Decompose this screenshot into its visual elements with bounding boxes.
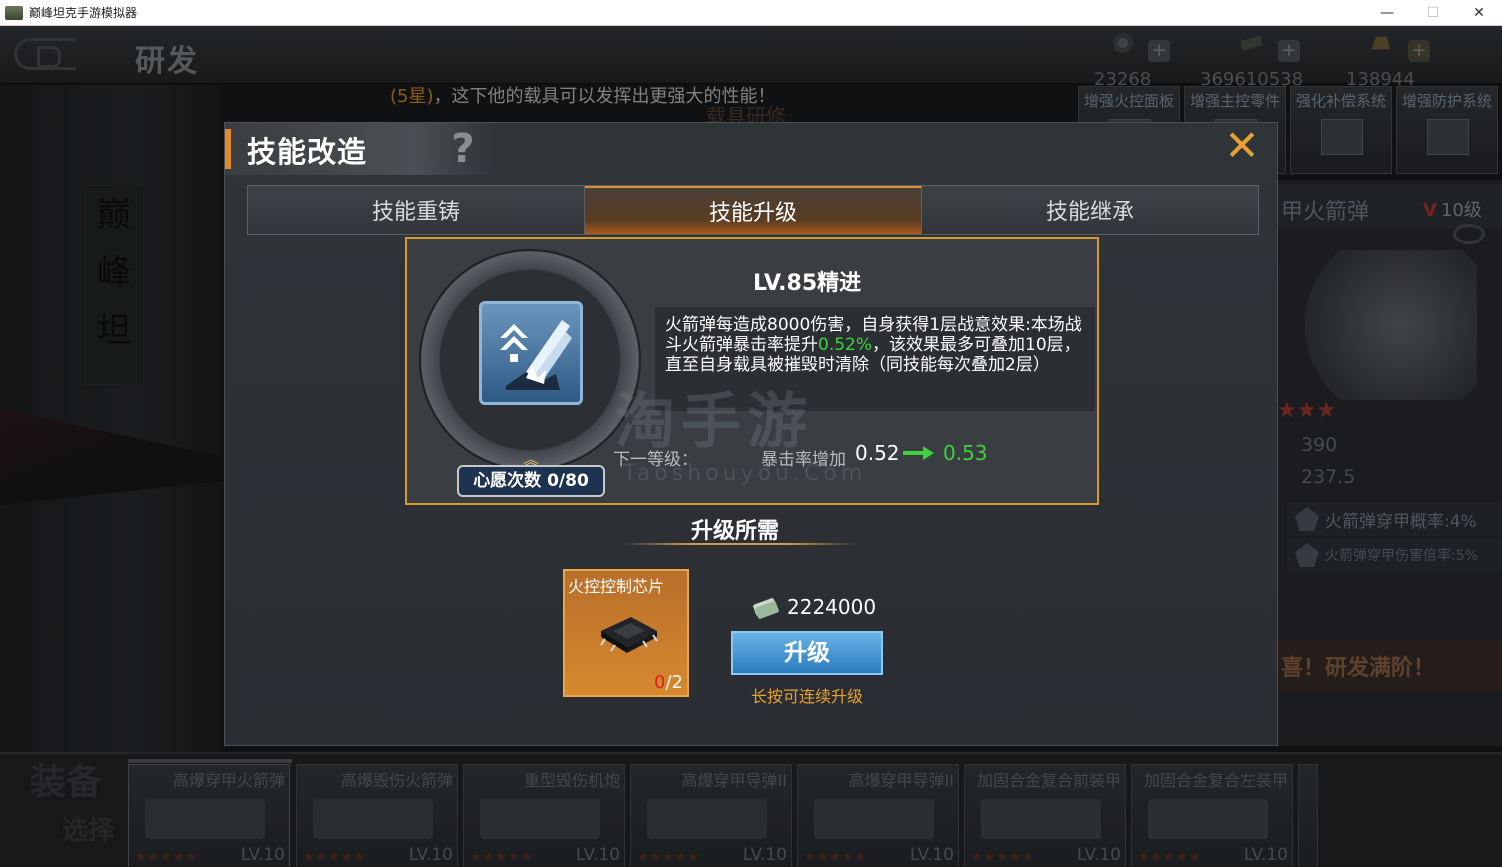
maximize-button[interactable]: ☐ — [1410, 0, 1456, 26]
watermark: 淘手游 — [615, 387, 813, 457]
requirements-divider — [621, 543, 857, 545]
arrow-right-icon — [903, 446, 934, 460]
help-icon[interactable]: ? — [443, 127, 483, 171]
cash-icon — [753, 598, 779, 619]
tab-skill-upgrade[interactable]: 技能升级 — [585, 186, 922, 234]
material-name: 火控控制芯片 — [568, 577, 665, 596]
window-title: 巅峰坦克手游模拟器 — [29, 6, 138, 20]
material-have: 0 — [654, 672, 666, 693]
tab-skill-reforge[interactable]: 技能重铸 — [248, 186, 585, 234]
skill-level-title: LV.85精进 — [753, 271, 862, 296]
dialog-header: 技能改造 ? ✕ — [225, 123, 1277, 177]
watermark-url: Taoshouyou.Com — [623, 461, 867, 486]
material-count: 0/2 — [654, 672, 683, 693]
skill-modify-dialog: 技能改造 ? ✕ 技能重铸 技能升级 技能继承 ︽ 心愿次数 0/80 LV.8… — [224, 122, 1278, 746]
rocket-skill-icon — [479, 301, 583, 405]
window-close-button[interactable]: ✕ — [1456, 0, 1502, 26]
wish-count-badge: 心愿次数 0/80 — [457, 465, 605, 497]
hold-to-upgrade-tip: 长按可连续升级 — [751, 687, 864, 706]
dialog-title: 技能改造 — [247, 135, 368, 169]
material-need: /2 — [665, 672, 683, 693]
dialog-title-box: 技能改造 ? — [225, 123, 495, 175]
rocket-skill-graphic — [500, 320, 572, 390]
app-icon — [5, 5, 23, 20]
material-card[interactable]: 火控控制芯片 0/2 — [563, 569, 689, 697]
requirements-title: 升级所需 — [691, 519, 780, 544]
chip-icon — [600, 617, 658, 653]
app-root: 巅峰坦克手游模拟器 — ☐ ✕ 研发 23268 + 369610538 + 1… — [0, 0, 1502, 867]
tab-bar: 技能重铸 技能升级 技能继承 — [247, 185, 1259, 235]
minimize-button[interactable]: — — [1364, 0, 1410, 26]
upgrade-button[interactable]: 升级 — [731, 631, 883, 675]
desc-highlight: 0.52% — [818, 335, 873, 355]
crit-next-value: 0.53 — [943, 441, 988, 465]
tab-skill-inherit[interactable]: 技能继承 — [922, 186, 1258, 234]
dialog-close-button[interactable]: ✕ — [1221, 125, 1263, 167]
upgrade-cost: 2224000 — [787, 595, 877, 619]
window-titlebar: 巅峰坦克手游模拟器 — ☐ ✕ — [0, 0, 1502, 26]
skill-description: 火箭弹每造成8000伤害，自身获得1层战意效果:本场战斗火箭弹暴击率提升0.52… — [665, 315, 1085, 375]
